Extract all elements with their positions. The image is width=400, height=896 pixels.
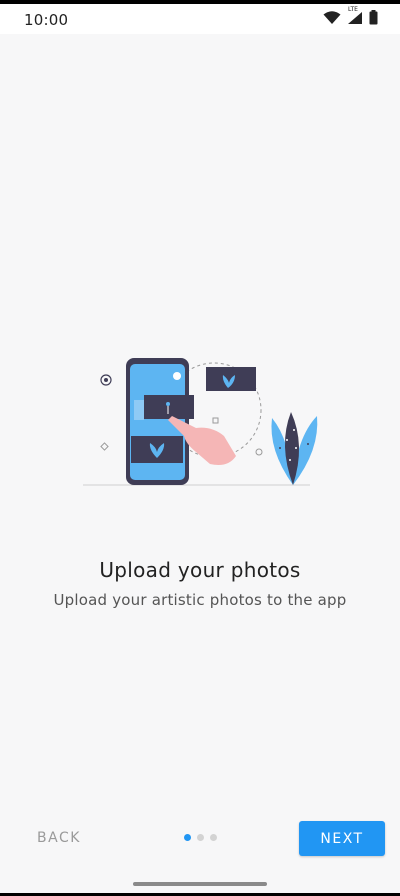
cell-signal-icon: LTE [347, 6, 363, 29]
network-type-label: LTE [348, 6, 358, 13]
battery-icon [369, 10, 378, 29]
status-icons: LTE [323, 6, 378, 29]
back-button[interactable]: BACK [22, 820, 96, 856]
home-indicator[interactable] [133, 882, 267, 886]
upload-photos-illustration [80, 340, 320, 490]
onboarding-subtitle: Upload your artistic photos to the app [53, 591, 347, 609]
page-indicator [184, 834, 217, 841]
status-bar: 10:00 LTE [0, 4, 400, 34]
page-dot-1 [184, 834, 191, 841]
status-time: 10:00 [24, 11, 69, 29]
wifi-icon [323, 10, 341, 29]
page-dot-3 [210, 834, 217, 841]
next-button[interactable]: NEXT [299, 821, 385, 856]
page-dot-2 [197, 834, 204, 841]
onboarding-title: Upload your photos [99, 558, 301, 582]
